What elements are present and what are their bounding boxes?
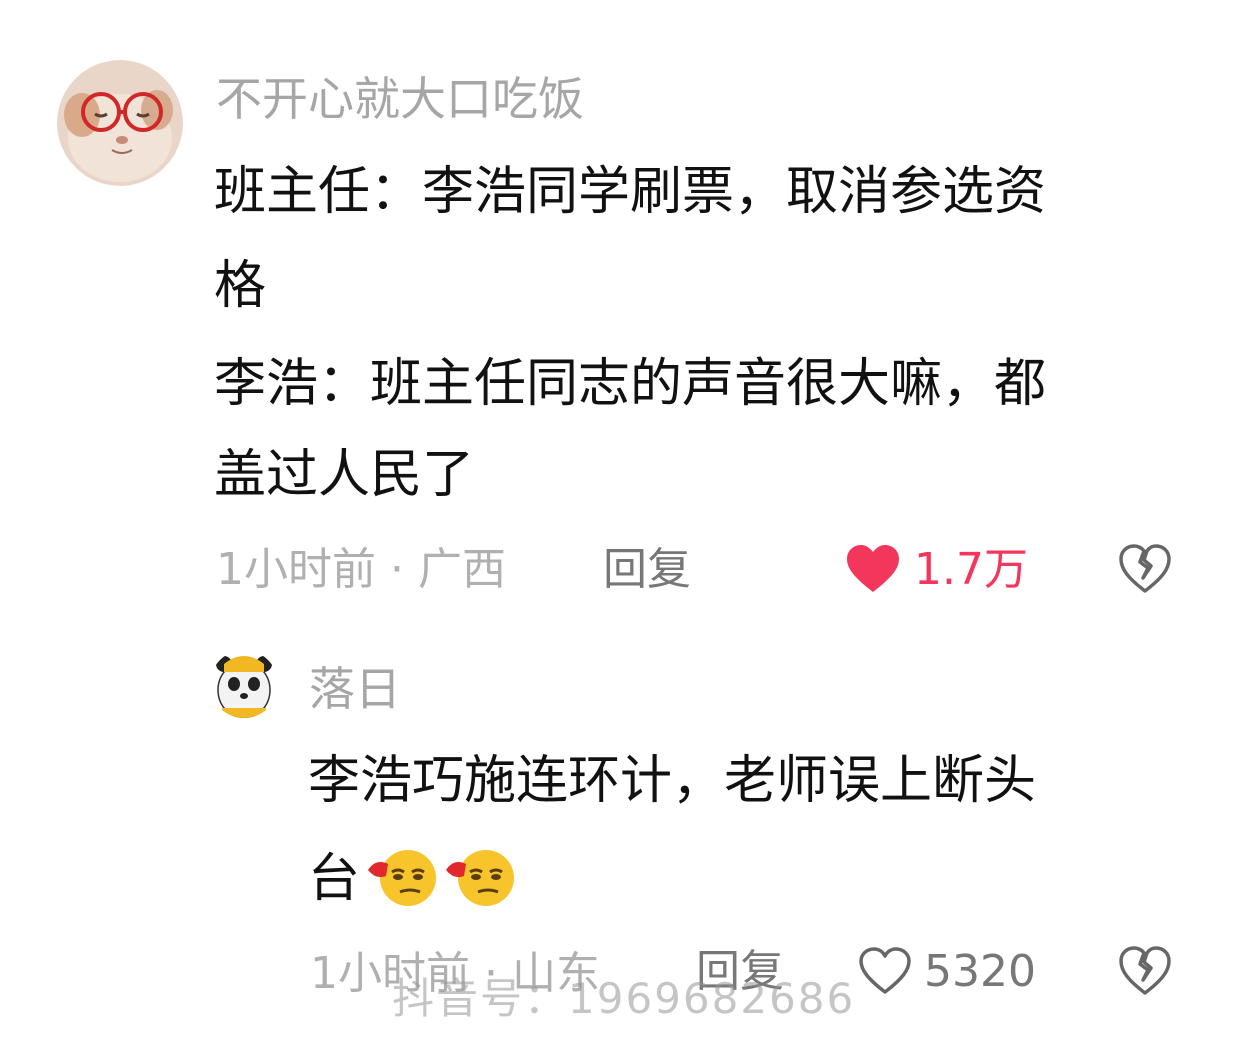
broken-heart-icon[interactable] (1118, 946, 1172, 996)
comment-time-location: 1小时前 · 广西 (216, 544, 506, 595)
comment-username[interactable]: 不开心就大口吃饭 (216, 76, 584, 122)
like-count: 5320 (924, 946, 1036, 997)
avatar-panda[interactable] (210, 650, 278, 718)
smirk-emoji-icon (444, 848, 520, 908)
reply-button[interactable]: 回复 (603, 548, 691, 592)
comment-text-line: 李浩巧施连环计，老师误上断头 (308, 751, 1037, 811)
watermark-text: 抖音号：1969682686 (392, 974, 856, 1023)
comment-username[interactable]: 落日 (309, 666, 401, 712)
avatar-cat-glasses[interactable] (57, 60, 183, 186)
heart-outline-icon[interactable] (858, 946, 912, 996)
comment-text-line: 李浩：班主任同志的声音很大嘛，都 (214, 354, 1047, 414)
panda-avatar-icon (210, 650, 278, 718)
heart-filled-icon[interactable] (845, 544, 901, 594)
comment-text-line: 班主任：李浩同学刷票，取消参选资 (214, 162, 1047, 222)
broken-heart-icon[interactable] (1118, 544, 1172, 594)
cat-avatar-icon (57, 60, 183, 186)
like-count: 1.7万 (914, 544, 1028, 595)
comment-text-line: 盖过人民了 (214, 445, 475, 505)
comment-text-line: 格 (214, 256, 267, 316)
comment-text-line: 台 (308, 849, 361, 909)
smirk-emoji-icon (366, 848, 442, 908)
